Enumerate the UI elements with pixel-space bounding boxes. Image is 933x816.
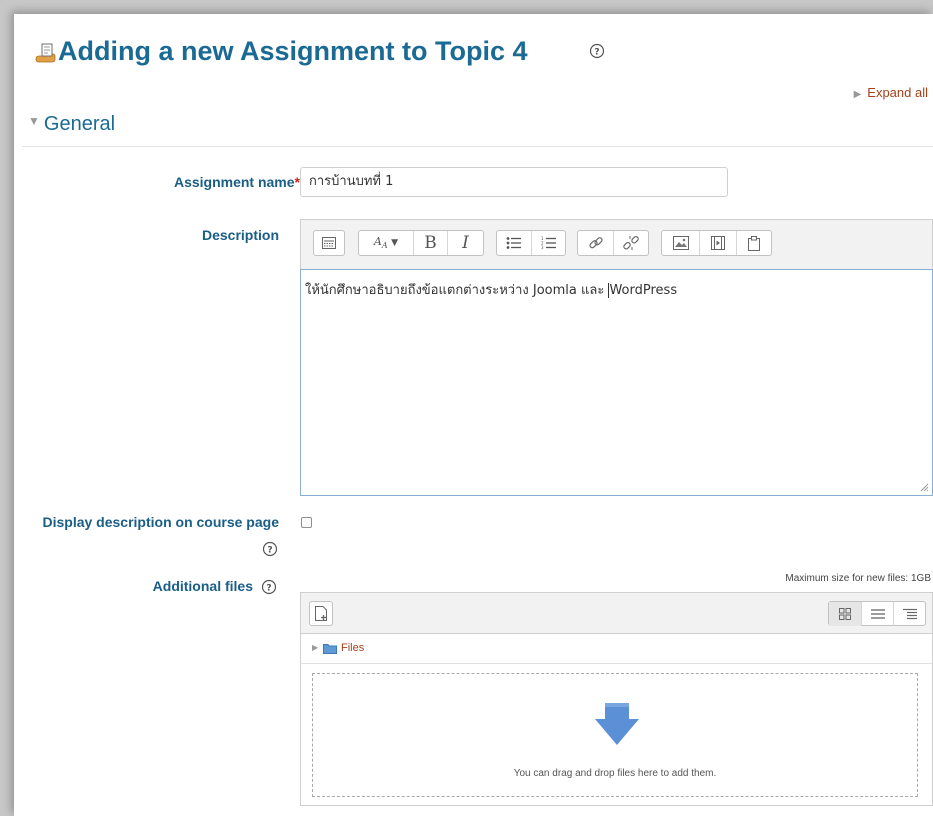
svg-text:?: ?: [266, 584, 271, 594]
description-text-end: WordPress: [609, 283, 678, 298]
bold-icon: B: [424, 233, 437, 253]
section-divider: [22, 146, 933, 147]
page-title: Adding a new Assignment to Topic 4: [58, 36, 528, 66]
toolbar-group-2: AA ▼ B I: [358, 230, 484, 256]
unlink-icon: [623, 235, 639, 250]
svg-text:?: ?: [594, 48, 599, 58]
tree-view-icon: [902, 608, 917, 620]
toolbar-group-5: [661, 230, 772, 256]
help-icon[interactable]: ?: [262, 541, 278, 557]
list-view-icon: [870, 609, 885, 619]
icons-view-icon: [839, 608, 851, 620]
ordered-list-icon: 123: [541, 236, 556, 250]
assignment-name-label: Assignment name*: [174, 174, 300, 190]
section-general-header[interactable]: ▼ General: [28, 113, 115, 136]
display-description-checkbox[interactable]: [301, 517, 312, 528]
files-path-link[interactable]: Files: [341, 642, 364, 654]
filemanager-path-bar: ▶ Files: [300, 634, 933, 664]
help-icon[interactable]: ?: [261, 579, 277, 595]
toolbar-group-1: [313, 230, 345, 256]
assignment-icon: [35, 43, 56, 63]
toolbar-toggle-button[interactable]: [314, 231, 344, 255]
folder-icon: [323, 644, 337, 654]
expand-all-label: Expand all: [867, 85, 928, 100]
file-drop-zone[interactable]: You can drag and drop files here to add …: [312, 673, 918, 797]
italic-icon: I: [462, 233, 469, 253]
tree-view-button[interactable]: [893, 602, 925, 626]
font-color-button[interactable]: AA ▼: [359, 231, 413, 255]
editor-toolbar: AA ▼ B I 123: [300, 219, 933, 269]
toolbar-group-3: 123: [496, 230, 566, 256]
assignment-name-label-text: Assignment name: [173, 174, 295, 190]
path-arrow-icon: ▶: [312, 643, 319, 652]
manage-files-button[interactable]: [736, 231, 771, 255]
display-description-label: Display description on course page: [42, 514, 279, 530]
filemanager-toolbar: [300, 592, 933, 634]
add-file-icon: [314, 606, 327, 621]
image-button[interactable]: [662, 231, 699, 255]
resize-grip-icon[interactable]: [919, 482, 929, 492]
description-editor[interactable]: ให้นักศึกษาอธิบายถึงข้อแตกต่างระหว่าง Jo…: [300, 269, 933, 496]
ordered-list-button[interactable]: 123: [531, 231, 565, 255]
link-icon: [588, 237, 603, 249]
link-button[interactable]: [578, 231, 613, 255]
italic-button[interactable]: I: [447, 231, 483, 255]
expand-all-link[interactable]: ▶ Expand all: [854, 85, 928, 100]
expand-arrow-icon: ▶: [853, 89, 862, 100]
description-label: Description: [201, 227, 279, 243]
media-icon: [711, 236, 725, 250]
toolbar-toggle-icon: [322, 237, 336, 249]
description-text-start: ให้นักศึกษาอธิบายถึงข้อแตกต่างระหว่าง Jo…: [305, 283, 609, 298]
help-icon[interactable]: ?: [589, 43, 605, 59]
font-color-icon: AA ▼: [373, 235, 399, 251]
toolbar-group-4: [577, 230, 649, 256]
section-title: General: [43, 113, 116, 135]
drop-instructions: You can drag and drop files here to add …: [513, 768, 717, 779]
svg-text:3: 3: [541, 245, 544, 250]
bold-button[interactable]: B: [413, 231, 447, 255]
additional-files-label: Additional files: [152, 578, 253, 594]
filemanager-body: You can drag and drop files here to add …: [300, 664, 933, 806]
media-button[interactable]: [699, 231, 736, 255]
view-switcher: [828, 601, 926, 626]
assignment-name-input[interactable]: การบ้านบทที่ 1: [300, 167, 728, 197]
unlink-button[interactable]: [613, 231, 648, 255]
icons-view-button[interactable]: [829, 602, 861, 626]
unordered-list-icon: [506, 237, 521, 249]
download-arrow-icon: [595, 703, 639, 745]
collapse-arrow-icon: ▼: [28, 114, 40, 128]
list-view-button[interactable]: [861, 602, 893, 626]
manage-files-icon: [748, 235, 760, 251]
unordered-list-button[interactable]: [497, 231, 531, 255]
svg-text:?: ?: [267, 546, 272, 556]
add-file-button[interactable]: [309, 601, 333, 626]
max-size-note: Maximum size for new files: 1GB: [785, 573, 931, 584]
image-icon: [672, 236, 689, 250]
